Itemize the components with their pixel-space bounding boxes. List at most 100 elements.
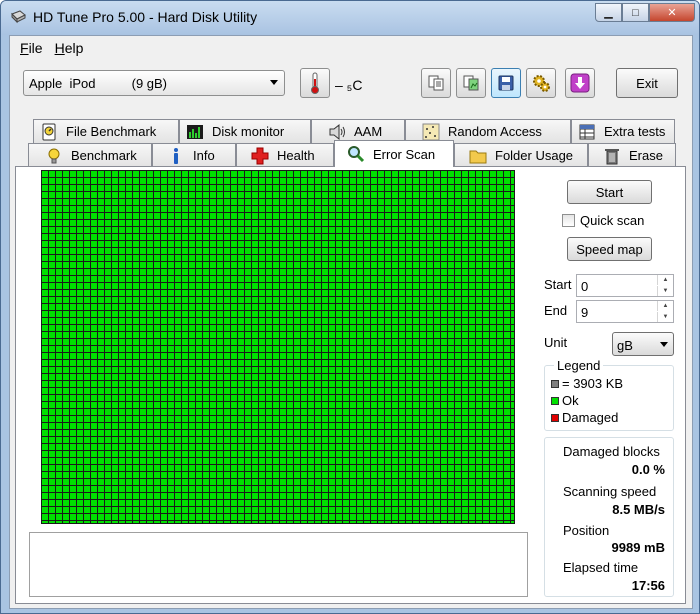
title-bar[interactable]: HD Tune Pro 5.00 - Hard Disk Utility ▁ □…	[1, 1, 699, 35]
position-value: 9989 mB	[611, 540, 665, 555]
folder-icon	[469, 150, 487, 163]
tab-health[interactable]: Health	[236, 143, 334, 167]
toolbar: Apple iPod (9 gB) – ₅C Exit	[10, 60, 692, 110]
app-icon	[11, 10, 26, 24]
save-button[interactable]	[491, 68, 521, 98]
menu-file-mnemonic: F	[20, 40, 29, 56]
copy-screenshot-button[interactable]	[456, 68, 486, 98]
thermometer-icon	[311, 72, 319, 94]
legend-item-damaged: Damaged	[551, 410, 618, 425]
tab-extra-tests-label: Extra tests	[604, 124, 666, 139]
options-icon	[533, 75, 550, 92]
start-value: 0	[581, 279, 589, 294]
damaged-blocks-value: 0.0 %	[631, 462, 665, 477]
stats-box: Damaged blocks 0.0 % Scanning speed 8.5 …	[544, 437, 674, 597]
end-label: End	[544, 303, 568, 318]
copy-screenshot-icon	[463, 75, 479, 91]
menu-file[interactable]: File	[18, 36, 53, 58]
tab-extra-tests[interactable]: Extra tests	[571, 119, 675, 143]
start-spinbox[interactable]: 0 ▲ ▼	[576, 274, 674, 297]
tab-benchmark-label: Benchmark	[71, 148, 137, 163]
legend-swatch-gray	[551, 379, 559, 388]
tab-row-bottom: Benchmark Info Health Error Scan Folder …	[28, 140, 678, 167]
spin-up-icon[interactable]: ▲	[657, 301, 673, 311]
quick-scan-label: Quick scan	[580, 213, 645, 228]
tab-info-label: Info	[193, 148, 215, 163]
legend-item-label: = 3903 KB	[562, 376, 624, 391]
menu-file-rest: ile	[28, 40, 43, 56]
end-value: 9	[581, 305, 589, 320]
lightbulb-icon	[48, 148, 60, 163]
chevron-down-icon	[660, 342, 668, 347]
options-button[interactable]	[526, 68, 556, 98]
error-scan-panel: Start Quick scan Speed map Start 0 ▲ ▼ E…	[15, 166, 686, 604]
info-icon	[174, 147, 178, 164]
magnifier-icon	[348, 146, 365, 163]
copy-info-button[interactable]	[421, 68, 451, 98]
close-button[interactable]: ✕	[649, 3, 695, 22]
tab-file-benchmark[interactable]: File Benchmark	[33, 119, 179, 143]
block-map	[41, 170, 515, 524]
exit-button[interactable]: Exit	[616, 68, 678, 98]
legend-title: Legend	[554, 358, 604, 373]
tab-info[interactable]: Info	[152, 143, 236, 167]
scanning-speed-value: 8.5 MB/s	[612, 502, 665, 517]
speed-map-button[interactable]: Speed map	[567, 237, 652, 261]
spin-down-icon[interactable]: ▼	[657, 312, 673, 322]
extra-tests-icon	[579, 124, 595, 139]
tab-disk-monitor-label: Disk monitor	[212, 124, 285, 139]
legend-item-label: Ok	[562, 393, 579, 408]
legend-swatch-green	[551, 396, 559, 405]
elapsed-time-value: 17:56	[631, 578, 665, 593]
tab-folder-usage[interactable]: Folder Usage	[454, 143, 588, 167]
tab-benchmark[interactable]: Benchmark	[28, 143, 152, 167]
tab-disk-monitor[interactable]: Disk monitor	[179, 119, 311, 143]
unit-select[interactable]: gB	[612, 332, 674, 356]
temperature-readout: – ₅C	[335, 77, 363, 93]
drive-select-value: Apple iPod (9 gB)	[29, 76, 168, 91]
tab-erase-label: Erase	[629, 148, 663, 163]
random-access-icon	[422, 123, 440, 140]
trash-icon	[605, 148, 619, 164]
start-scan-button[interactable]: Start	[567, 180, 652, 204]
unit-label: Unit	[544, 335, 568, 350]
legend-item-block-size: = 3903 KB	[551, 376, 623, 391]
end-spinbox[interactable]: 9 ▲ ▼	[576, 300, 674, 323]
download-button[interactable]	[565, 68, 595, 98]
tab-error-scan[interactable]: Error Scan	[334, 140, 454, 167]
legend-swatch-red	[551, 413, 559, 422]
damaged-blocks-label: Damaged blocks	[563, 444, 660, 459]
tab-error-scan-label: Error Scan	[373, 146, 436, 162]
drive-select[interactable]: Apple iPod (9 gB)	[23, 70, 285, 96]
minimize-button[interactable]: ▁	[595, 3, 622, 22]
window-title: HD Tune Pro 5.00 - Hard Disk Utility	[33, 9, 258, 25]
disk-monitor-icon	[187, 124, 203, 139]
menu-bar: File Help	[10, 36, 692, 58]
health-cross-icon	[251, 147, 269, 164]
quick-scan-option[interactable]: Quick scan	[562, 213, 644, 228]
tab-file-benchmark-label: File Benchmark	[66, 124, 157, 139]
spin-down-icon[interactable]: ▼	[657, 286, 673, 296]
legend-item-label: Damaged	[562, 410, 619, 425]
start-label: Start	[544, 277, 572, 292]
tab-folder-usage-label: Folder Usage	[495, 148, 574, 163]
temperature-button[interactable]	[300, 68, 330, 98]
elapsed-time-label: Elapsed time	[563, 560, 639, 575]
menu-help[interactable]: Help	[53, 36, 94, 58]
menu-help-mnemonic: H	[54, 40, 65, 56]
menu-help-rest: elp	[64, 40, 84, 56]
spin-up-icon[interactable]: ▲	[657, 275, 673, 285]
unit-value: gB	[617, 338, 633, 353]
file-benchmark-icon	[42, 123, 56, 140]
copy-info-icon	[428, 75, 444, 91]
tab-aam-label: AAM	[354, 124, 383, 139]
quick-scan-checkbox[interactable]	[562, 214, 575, 227]
chevron-down-icon	[270, 80, 278, 85]
maximize-button[interactable]: □	[622, 3, 649, 22]
save-icon	[498, 75, 514, 91]
tab-erase[interactable]: Erase	[588, 143, 676, 167]
position-label: Position	[563, 523, 610, 538]
scanning-speed-label: Scanning speed	[563, 484, 657, 499]
client-area: File Help Apple iPod (9 gB) – ₅C Exit Fi…	[9, 35, 693, 609]
log-box[interactable]	[29, 532, 528, 597]
